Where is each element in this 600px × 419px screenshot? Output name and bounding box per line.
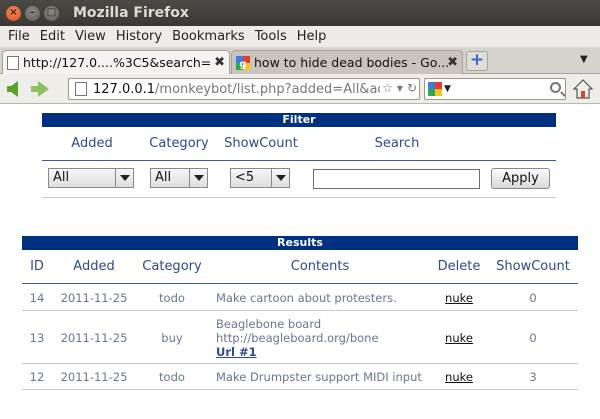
chevron-down-icon: [189, 169, 207, 187]
filter-header-showcount: ShowCount: [224, 136, 298, 151]
new-tab-button[interactable]: +: [466, 51, 488, 71]
url-host: 127.0.0.1: [93, 81, 156, 97]
results-header-id: ID: [30, 259, 44, 274]
url-link[interactable]: Url #1: [216, 345, 257, 359]
filter-header-added: Added: [71, 136, 113, 151]
menu-file[interactable]: File: [8, 29, 30, 44]
results-header-showcount: ShowCount: [496, 259, 570, 274]
row-contents-url: http://beagleboard.org/bone: [216, 331, 379, 345]
menu-bookmarks[interactable]: Bookmarks: [172, 29, 245, 44]
row-divider: [22, 363, 578, 364]
nuke-link[interactable]: nuke: [432, 331, 486, 345]
tab-current-label: http://127.0....%3C5&search=: [23, 55, 212, 70]
menu-history[interactable]: History: [116, 29, 162, 44]
maximize-window-icon[interactable]: □: [44, 5, 59, 21]
row-contents: Beaglebone board: [216, 317, 322, 331]
page-icon: [7, 55, 19, 70]
menu-bar: File Edit View History Bookmarks Tools H…: [0, 26, 600, 48]
menu-help[interactable]: Help: [297, 29, 327, 44]
history-dropdown-icon[interactable]: ▾: [397, 81, 403, 95]
tab-list-dropdown-icon[interactable]: ▼: [580, 54, 588, 65]
apply-button[interactable]: Apply: [491, 168, 550, 189]
search-engine-dropdown-icon[interactable]: ▼: [444, 84, 451, 94]
tab-google-search[interactable]: g how to hide dead bodies - Go... ✖: [231, 50, 463, 74]
page-content: Filter Added Category ShowCount Search A…: [0, 105, 600, 419]
url-path: /monkeybot/list.php?added=All&ad: [155, 81, 386, 97]
forward-arrow-icon[interactable]: [31, 81, 49, 97]
row-category: buy: [161, 331, 183, 345]
nuke-link[interactable]: nuke: [432, 291, 486, 305]
search-input[interactable]: [313, 169, 480, 189]
row-showcount: 0: [529, 291, 537, 305]
home-icon[interactable]: [573, 79, 593, 99]
results-header-added: Added: [73, 259, 115, 274]
row-showcount: 0: [529, 331, 537, 345]
bookmark-star-icon[interactable]: ☆: [382, 81, 393, 95]
search-bar[interactable]: ▼: [424, 78, 566, 100]
category-select-value: All: [155, 170, 172, 185]
row-showcount: 3: [529, 370, 537, 384]
nuke-link[interactable]: nuke: [432, 370, 486, 384]
filter-header-search: Search: [374, 136, 420, 151]
row-id: 12: [29, 370, 45, 384]
results-band: Results: [22, 236, 578, 250]
page-icon: [75, 82, 87, 96]
window-title: Mozilla Firefox: [73, 5, 189, 21]
url-bar[interactable]: 127.0.0.1/monkeybot/list.php?added=All&a…: [68, 78, 420, 100]
row-added: 2011-11-25: [60, 331, 128, 345]
results-header-contents: Contents: [290, 259, 350, 274]
tab-current[interactable]: http://127.0....%3C5&search= ✖: [2, 50, 230, 74]
row-divider: [22, 310, 578, 311]
back-arrow-icon[interactable]: [7, 81, 18, 97]
tab-close-icon[interactable]: ✖: [447, 55, 458, 70]
chevron-down-icon: [115, 169, 133, 187]
search-icon[interactable]: [550, 82, 561, 93]
menu-tools[interactable]: Tools: [255, 29, 287, 44]
reload-icon[interactable]: ↻: [407, 81, 417, 95]
added-select-value: All: [53, 170, 70, 185]
close-window-icon[interactable]: ×: [6, 5, 21, 21]
minimize-window-icon[interactable]: –: [25, 5, 40, 21]
results-divider: [22, 283, 578, 284]
filter-header-category: Category: [149, 136, 209, 151]
google-icon: [428, 82, 442, 96]
row-category: todo: [159, 370, 185, 384]
row-divider: [22, 389, 578, 390]
row-category: todo: [159, 291, 185, 305]
filter-divider: [42, 160, 556, 161]
svg-text:g: g: [239, 59, 246, 70]
results-header-category: Category: [142, 259, 202, 274]
tab-google-label: how to hide dead bodies - Go...: [254, 55, 450, 70]
tab-bar: http://127.0....%3C5&search= ✖ g how to …: [0, 48, 600, 74]
menu-view[interactable]: View: [75, 29, 106, 44]
row-id: 13: [29, 331, 45, 345]
filter-band: Filter: [42, 113, 556, 127]
showcount-select[interactable]: <5: [230, 168, 290, 188]
chevron-down-icon: [271, 169, 289, 187]
google-icon: g: [236, 55, 250, 70]
menu-edit[interactable]: Edit: [40, 29, 65, 44]
title-bar: × – □ Mozilla Firefox: [0, 0, 600, 26]
row-added: 2011-11-25: [60, 291, 128, 305]
category-select[interactable]: All: [150, 168, 208, 188]
navigation-bar: 127.0.0.1/monkeybot/list.php?added=All&a…: [0, 74, 600, 104]
row-id: 14: [29, 291, 45, 305]
tab-close-icon[interactable]: ✖: [214, 55, 225, 70]
row-contents: Make Drumpster support MIDI input: [216, 370, 422, 384]
row-contents: Make cartoon about protesters.: [216, 291, 397, 305]
showcount-select-value: <5: [235, 170, 255, 185]
row-added: 2011-11-25: [60, 370, 128, 384]
added-select[interactable]: All: [48, 168, 134, 188]
results-header-delete: Delete: [437, 259, 481, 274]
filter-bottom-divider: [42, 197, 556, 198]
